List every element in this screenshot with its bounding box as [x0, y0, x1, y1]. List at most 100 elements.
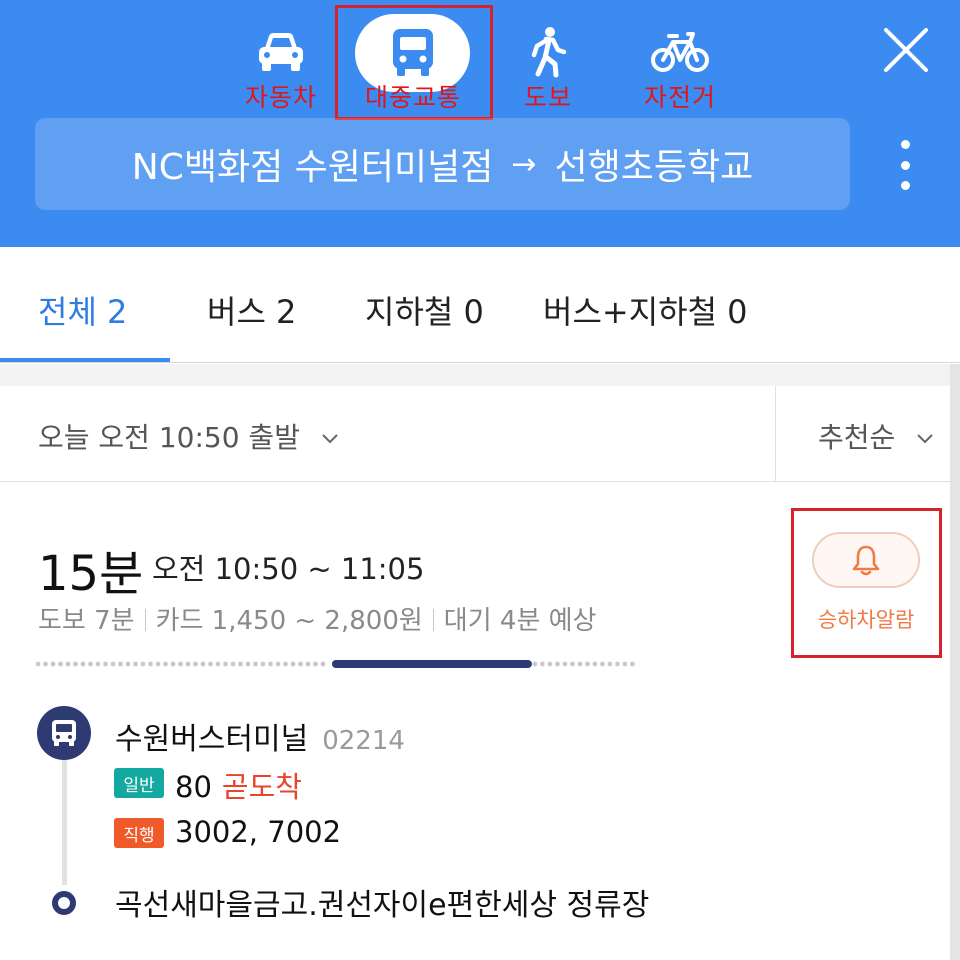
mode-bike-label: 자전거	[643, 83, 716, 112]
bus-numbers: 3002, 7002	[175, 815, 342, 849]
progress-dot	[163, 661, 168, 667]
progress-dot	[283, 661, 288, 667]
alarm-label[interactable]: 승하차알람	[800, 604, 932, 634]
progress-dot	[290, 661, 296, 667]
departure-time-selector[interactable]: 오늘 오전 10:50 출발	[38, 416, 339, 456]
tab-bus-subway[interactable]: 버스+지하철 0	[543, 287, 748, 333]
progress-dot	[140, 661, 146, 667]
progress-dot	[555, 661, 560, 667]
progress-dot	[532, 661, 538, 667]
walk-icon	[518, 22, 578, 82]
progress-dot	[615, 661, 620, 667]
sort-label: 추천순	[818, 421, 896, 454]
progress-dot	[215, 661, 221, 667]
wait-time: 대기 4분 예상	[443, 606, 597, 636]
progress-dot	[110, 661, 116, 667]
mode-bike-button[interactable]: 자전거	[615, 0, 745, 120]
route-progress-bar	[35, 660, 635, 668]
progress-dot	[95, 661, 101, 667]
filter-row: 오늘 오전 10:50 출발 추천순	[0, 386, 950, 482]
progress-dot	[607, 661, 613, 667]
route-summary[interactable]: NC백화점 수원터미널점 → 선행초등학교	[35, 118, 850, 210]
bus-arrival-status: 곧도착	[221, 770, 302, 804]
progress-dot	[275, 661, 281, 667]
progress-dot	[320, 661, 326, 667]
progress-dot	[125, 661, 131, 667]
progress-walk-segment	[35, 661, 326, 667]
progress-dot	[58, 661, 63, 667]
bell-icon	[852, 545, 880, 576]
progress-dot	[185, 661, 191, 667]
tab-subway[interactable]: 지하철 0	[365, 287, 484, 333]
progress-dot	[155, 661, 161, 667]
tab-all[interactable]: 전체 2	[38, 287, 127, 333]
end-stop-name[interactable]: 곡선새마을금고.권선자이e편한세상 정류장	[115, 880, 649, 924]
filter-divider	[775, 386, 776, 481]
bus-line-general[interactable]: 80 곧도착	[175, 764, 302, 806]
fare: 카드 1,450 ~ 2,800원	[155, 606, 423, 636]
transit-highlight-box	[335, 5, 493, 120]
progress-dot	[268, 661, 273, 667]
header: 자동차 대중교통 도보 자전거 NC백화점 수원터미널점 → 선행초등학교	[0, 0, 960, 247]
progress-dot	[230, 661, 236, 667]
route-time-range: 오전 10:50 ~ 11:05	[152, 552, 425, 586]
active-tab-indicator	[0, 358, 170, 362]
mode-walk-label: 도보	[523, 83, 572, 112]
more-vertical-icon[interactable]	[893, 140, 917, 190]
bus-line-express[interactable]: 3002, 7002	[175, 815, 341, 849]
walk-time: 도보 7분	[38, 606, 135, 636]
close-icon	[884, 28, 928, 72]
route-meta: 도보 7분 카드 1,450 ~ 2,800원 대기 4분 예상	[38, 600, 596, 637]
mode-walk-button[interactable]: 도보	[483, 0, 613, 120]
progress-dot	[630, 661, 635, 667]
progress-dot	[562, 661, 568, 667]
progress-dot	[238, 661, 243, 667]
scrollbar[interactable]	[950, 364, 960, 960]
progress-dot	[178, 661, 183, 667]
progress-dot	[305, 661, 311, 667]
progress-dot	[223, 661, 228, 667]
progress-dot	[133, 661, 138, 667]
bus-type-badge-express: 직행	[114, 818, 164, 848]
progress-dot	[50, 661, 56, 667]
progress-dot	[585, 661, 590, 667]
sort-selector[interactable]: 추천순	[818, 416, 934, 456]
chevron-down-icon	[917, 434, 933, 444]
progress-dot	[592, 661, 598, 667]
departure-time-label: 오늘 오전 10:50 출발	[38, 421, 300, 454]
route-origin: NC백화점 수원터미널점	[131, 147, 494, 188]
progress-walk-segment-end	[532, 661, 635, 667]
progress-dot	[103, 661, 108, 667]
progress-dot	[577, 661, 583, 667]
progress-dot	[43, 661, 48, 667]
start-stop-id: 02214	[322, 726, 405, 756]
car-icon	[251, 22, 311, 82]
chevron-down-icon	[322, 434, 338, 444]
start-stop[interactable]: 수원버스터미널 02214	[115, 714, 405, 758]
bus-icon	[37, 706, 91, 760]
alarm-button[interactable]	[812, 532, 920, 588]
progress-dot	[570, 661, 575, 667]
route-destination: 선행초등학교	[554, 147, 754, 188]
close-button[interactable]	[880, 24, 932, 76]
progress-dot	[547, 661, 553, 667]
progress-dot	[313, 661, 318, 667]
section-divider	[0, 364, 960, 386]
progress-dot	[245, 661, 251, 667]
progress-dot	[260, 661, 266, 667]
tab-bus[interactable]: 버스 2	[207, 287, 296, 333]
progress-dot	[622, 661, 628, 667]
route-timeline	[62, 750, 67, 885]
progress-dot	[600, 661, 605, 667]
progress-dot	[73, 661, 78, 667]
mode-car-button[interactable]: 자동차	[216, 0, 346, 120]
bus-type-badge-general: 일반	[114, 768, 164, 798]
progress-dot	[253, 661, 258, 667]
progress-dot	[540, 661, 545, 667]
bus-numbers: 80	[175, 770, 212, 804]
progress-dot	[88, 661, 93, 667]
mode-car-label: 자동차	[244, 83, 317, 112]
progress-dot	[193, 661, 198, 667]
progress-dot	[118, 661, 123, 667]
end-stop-marker	[52, 891, 76, 915]
